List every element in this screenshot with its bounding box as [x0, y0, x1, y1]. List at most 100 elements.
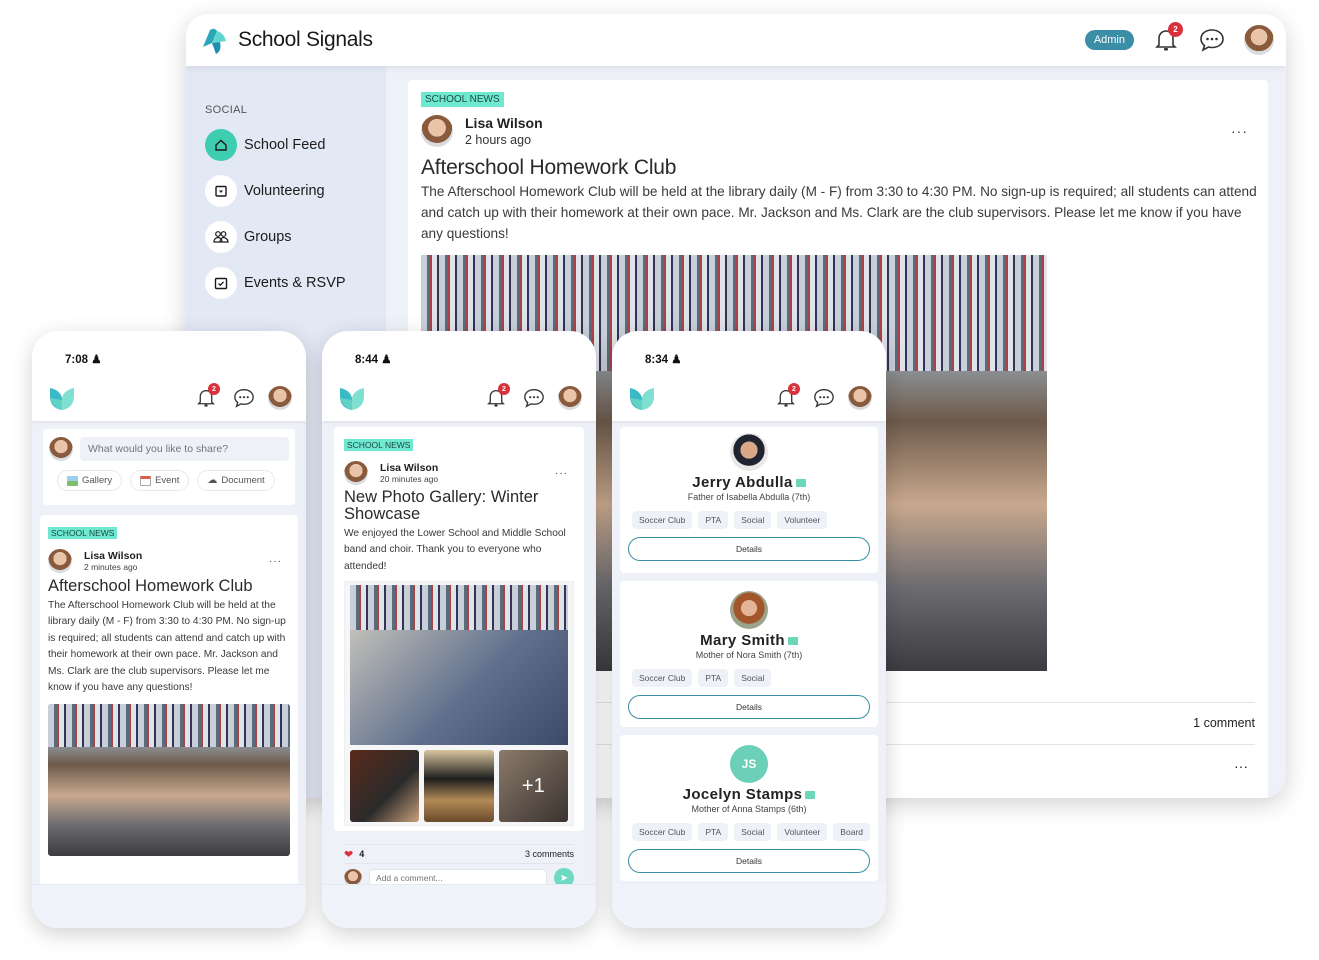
sidebar-item-groups[interactable]: Groups [205, 220, 386, 254]
notifications-button[interactable]: 2 [772, 383, 800, 412]
messages-button[interactable] [1198, 26, 1226, 54]
notifications-button[interactable]: 2 [192, 383, 220, 412]
person-avatar[interactable] [730, 433, 768, 471]
sidebar-item-label: Groups [244, 229, 292, 245]
app-logo-icon[interactable] [48, 384, 76, 412]
messages-button[interactable] [230, 384, 258, 412]
person-name[interactable]: Jerry Abdulla [692, 474, 793, 491]
group-tag[interactable]: PTA [698, 823, 729, 841]
author-name[interactable]: Lisa Wilson [84, 550, 142, 562]
composer-input[interactable] [80, 437, 289, 461]
details-button[interactable]: Details [628, 537, 870, 561]
details-button[interactable]: Details [628, 695, 870, 719]
chat-bubble-icon [234, 388, 254, 408]
send-icon: ➤ [559, 872, 569, 884]
messages-button[interactable] [520, 384, 548, 412]
notification-badge: 2 [788, 383, 800, 395]
group-tag[interactable]: Volunteer [777, 511, 828, 529]
author-avatar[interactable] [344, 461, 368, 485]
post-category-tag: SCHOOL NEWS [421, 92, 504, 107]
user-avatar[interactable] [848, 386, 872, 410]
comments-count[interactable]: 3 comments [525, 849, 574, 859]
details-button[interactable]: Details [628, 849, 870, 873]
document-button[interactable]: ☁ Document [197, 470, 275, 491]
sidebar-item-events-rsvp[interactable]: Events & RSVP [205, 266, 386, 300]
phone-directory: 8:34 ♟ 2 Jerry Abdulla Father of Isabell… [612, 331, 886, 928]
person-icon: ♟ [381, 354, 392, 366]
post-composer: Gallery Event ☁Document [43, 429, 295, 505]
post-more-button[interactable]: ··· [1231, 123, 1248, 139]
clock: 8:44 [355, 354, 379, 366]
gallery-thumb[interactable] [350, 750, 420, 823]
notifications-button[interactable]: 2 [482, 383, 510, 412]
sidebar-item-label: Volunteering [244, 183, 325, 199]
author-avatar[interactable] [48, 549, 72, 573]
person-card: JS Jocelyn Stamps Mother of Anna Stamps … [620, 735, 878, 881]
sidebar-heading: SOCIAL [205, 104, 248, 116]
person-avatar[interactable] [730, 591, 768, 629]
status-bar-time: 8:34 ♟ [645, 352, 682, 366]
gallery-thumb[interactable] [424, 750, 494, 823]
feed-post: SCHOOL NEWS Lisa Wilson 20 minutes ago ·… [334, 427, 584, 865]
person-name[interactable]: Mary Smith [700, 632, 785, 649]
composer-avatar [49, 437, 73, 461]
gallery-label: Gallery [82, 475, 113, 486]
group-tag[interactable]: PTA [698, 669, 729, 687]
user-avatar[interactable] [1244, 25, 1274, 55]
event-button[interactable]: Event [130, 470, 190, 491]
notification-badge: 2 [498, 383, 510, 395]
comments-count[interactable]: 1 comment [1193, 716, 1255, 730]
messages-button[interactable] [810, 384, 838, 412]
chat-bubble-icon [1200, 29, 1224, 52]
post-more-button[interactable]: ··· [269, 556, 282, 567]
author-name[interactable]: Lisa Wilson [380, 462, 438, 474]
gallery-button[interactable]: Gallery [57, 470, 123, 491]
bottom-nav [612, 884, 886, 928]
status-bar-time: 8:44 ♟ [355, 352, 392, 366]
photo-gallery: +1 [344, 581, 574, 827]
app-logo-icon[interactable] [628, 384, 656, 412]
brand-name: School Signals [238, 28, 373, 51]
admin-badge[interactable]: Admin [1084, 30, 1134, 50]
user-avatar[interactable] [268, 386, 292, 410]
group-tag[interactable]: Social [734, 669, 772, 687]
group-tag[interactable]: Soccer Club [632, 511, 693, 529]
bottom-nav [322, 884, 596, 928]
group-tag[interactable]: Social [734, 511, 772, 529]
person-relation: Father of Isabella Abdulla (7th) [687, 492, 811, 502]
group-tag[interactable]: Social [734, 823, 772, 841]
author-name[interactable]: Lisa Wilson [465, 115, 543, 131]
heart-icon[interactable]: ❤ [344, 848, 353, 861]
gallery-thumb-more[interactable]: +1 [498, 750, 568, 823]
author-avatar[interactable] [421, 115, 453, 147]
user-avatar[interactable] [558, 386, 582, 410]
group-tag[interactable]: PTA [698, 511, 729, 529]
app-bar: 2 [322, 375, 596, 421]
group-tag[interactable]: Soccer Club [632, 669, 693, 687]
sidebar-item-school-feed[interactable]: School Feed [205, 128, 386, 162]
photo-icon [795, 479, 806, 488]
group-tag[interactable]: Board [833, 823, 870, 841]
brand[interactable]: School Signals [200, 25, 373, 55]
group-tag[interactable]: Volunteer [777, 823, 828, 841]
app-logo-icon[interactable] [338, 384, 366, 412]
post-more-button[interactable]: ··· [555, 468, 568, 479]
initials-avatar[interactable]: JS [730, 745, 768, 783]
notifications-button[interactable]: 2 [1152, 22, 1183, 54]
post-photo[interactable] [48, 704, 290, 857]
event-label: Event [155, 475, 180, 486]
post-time: 2 hours ago [465, 133, 532, 147]
phone-feed-composer: 7:08 ♟ 2 Gallery Event ☁Document [32, 331, 306, 928]
gallery-main-photo[interactable] [350, 585, 568, 746]
person-name[interactable]: Jocelyn Stamps [683, 786, 803, 803]
clock: 8:34 [645, 354, 669, 366]
post-title: Afterschool Homework Club [421, 156, 677, 179]
sidebar-item-label: Events & RSVP [244, 275, 346, 291]
post-title: New Photo Gallery: Winter Showcase [344, 488, 539, 523]
comment-more-button[interactable]: ··· [1234, 758, 1248, 774]
gallery-icon [67, 475, 78, 486]
sidebar-item-volunteering[interactable]: Volunteering [205, 174, 386, 208]
feed-content: SCHOOL NEWS Lisa Wilson 20 minutes ago ·… [322, 421, 596, 928]
group-tag[interactable]: Soccer Club [632, 823, 693, 841]
person-relation: Mother of Nora Smith (7th) [695, 650, 803, 660]
